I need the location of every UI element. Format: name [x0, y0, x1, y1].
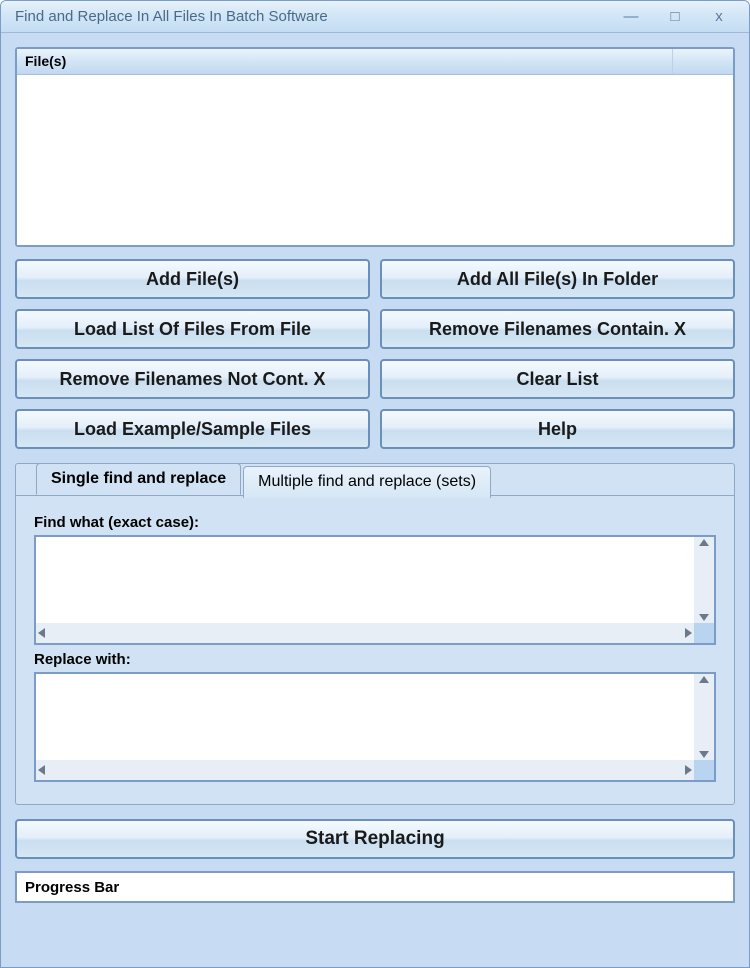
window-title: Find and Replace In All Files In Batch S… [9, 8, 619, 25]
replace-vertical-scrollbar[interactable] [694, 674, 714, 760]
tab-multiple-find-replace[interactable]: Multiple find and replace (sets) [243, 466, 491, 498]
replace-with-textarea[interactable] [34, 672, 716, 782]
scroll-down-icon[interactable] [699, 614, 709, 621]
tabs-container: Single find and replace Multiple find an… [15, 463, 735, 805]
replace-with-label: Replace with: [34, 651, 716, 668]
find-what-content[interactable] [36, 537, 694, 623]
window-controls: — □ x [619, 7, 741, 27]
find-what-label: Find what (exact case): [34, 514, 716, 531]
app-window: Find and Replace In All Files In Batch S… [0, 0, 750, 968]
scroll-right-icon[interactable] [685, 628, 692, 638]
add-files-button[interactable]: Add File(s) [15, 259, 370, 299]
replace-with-content[interactable] [36, 674, 694, 760]
progress-bar-label: Progress Bar [25, 879, 119, 896]
scroll-corner [694, 760, 714, 780]
scroll-down-icon[interactable] [699, 751, 709, 758]
remove-filenames-contain-button[interactable]: Remove Filenames Contain. X [380, 309, 735, 349]
files-list-body[interactable] [17, 75, 733, 245]
tabs-header: Single find and replace Multiple find an… [16, 463, 734, 495]
tab-panel-single: Find what (exact case): [16, 495, 734, 794]
scroll-up-icon[interactable] [699, 676, 709, 683]
load-sample-files-button[interactable]: Load Example/Sample Files [15, 409, 370, 449]
replace-horizontal-scrollbar[interactable] [36, 760, 694, 780]
scroll-left-icon[interactable] [38, 628, 45, 638]
scroll-right-icon[interactable] [685, 765, 692, 775]
start-replacing-button[interactable]: Start Replacing [15, 819, 735, 859]
titlebar[interactable]: Find and Replace In All Files In Batch S… [1, 1, 749, 33]
help-button[interactable]: Help [380, 409, 735, 449]
close-button[interactable]: x [707, 7, 731, 27]
remove-filenames-not-contain-button[interactable]: Remove Filenames Not Cont. X [15, 359, 370, 399]
files-list-header: File(s) [17, 49, 733, 75]
files-col-header-2[interactable] [673, 49, 733, 74]
load-list-from-file-button[interactable]: Load List Of Files From File [15, 309, 370, 349]
scroll-up-icon[interactable] [699, 539, 709, 546]
minimize-button[interactable]: — [619, 7, 643, 27]
files-list-panel: File(s) [15, 47, 735, 247]
content-area: File(s) Add File(s) Add All File(s) In F… [1, 33, 749, 967]
find-horizontal-scrollbar[interactable] [36, 623, 694, 643]
maximize-button[interactable]: □ [663, 7, 687, 27]
find-what-textarea[interactable] [34, 535, 716, 645]
progress-bar: Progress Bar [15, 871, 735, 903]
add-all-files-folder-button[interactable]: Add All File(s) In Folder [380, 259, 735, 299]
scroll-left-icon[interactable] [38, 765, 45, 775]
scroll-corner [694, 623, 714, 643]
button-grid: Add File(s) Add All File(s) In Folder Lo… [15, 259, 735, 449]
find-vertical-scrollbar[interactable] [694, 537, 714, 623]
files-col-header[interactable]: File(s) [17, 49, 673, 74]
tab-single-find-replace[interactable]: Single find and replace [36, 463, 241, 495]
clear-list-button[interactable]: Clear List [380, 359, 735, 399]
